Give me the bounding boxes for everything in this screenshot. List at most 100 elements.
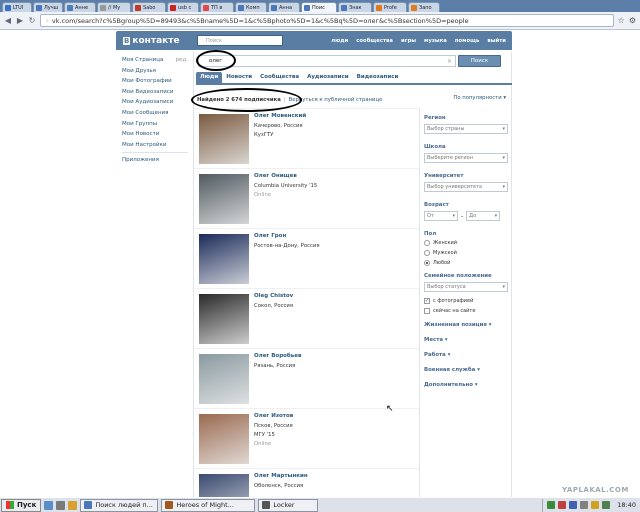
menu-item[interactable]: Мои Сообщения [122,108,188,119]
tray-antivirus-icon[interactable] [558,501,567,509]
top-nav-2[interactable]: игры [401,38,416,44]
browser-tab[interactable]: Анне [64,2,96,12]
forward-icon[interactable]: ▶ [16,16,24,25]
region-select[interactable]: Выбор страны [424,124,508,134]
search-button[interactable]: Поиск [458,55,501,67]
tray-lang-icon[interactable] [569,501,578,509]
status-select[interactable]: Выбор статуса [424,282,508,292]
tray-update-icon[interactable] [591,501,600,509]
age-to-select[interactable]: До [466,211,501,221]
sex-option[interactable]: Любой [424,258,508,268]
tab-label: // Му [108,4,121,11]
school-select[interactable]: Выберите регион [424,153,508,163]
tray-network-icon[interactable] [547,501,556,509]
result-line3: Online [254,441,272,447]
expandable-label: Работа [424,352,446,358]
menu-item-apps[interactable]: Приложения [122,155,188,166]
menu-item[interactable]: Мои Фотографии [122,76,188,87]
avatar[interactable] [199,354,249,404]
result-name[interactable]: Олег Воробьев [254,353,301,359]
tab-favicon-icon [170,4,176,11]
start-button[interactable]: Пуск [1,498,42,512]
browser-tab[interactable]: Комп [235,2,267,12]
edit-link[interactable]: ред. [176,55,188,66]
result-name[interactable]: Олег Грон [254,233,286,239]
result-line1: Псков, Россия [254,423,293,429]
result-name[interactable]: Олег Изотов [254,413,293,419]
sex-option[interactable]: Женский [424,238,508,248]
people-search-input[interactable]: олег × [198,55,456,67]
menu-item[interactable]: Мои Аудиозаписи [122,97,188,108]
avatar[interactable] [199,294,249,344]
browser-tab[interactable]: Поис [301,2,337,12]
browser-tab[interactable]: Profe [373,2,407,12]
expandable-filter[interactable]: Дополнительно ▾ [424,378,508,393]
expandable-filter[interactable]: Места ▾ [424,333,508,348]
top-nav-1[interactable]: сообщества [356,38,393,44]
browser-tab[interactable]: // Му [97,2,131,12]
tab-4[interactable]: Видеозаписи [353,72,403,83]
menu-item[interactable]: Мои Новости [122,129,188,140]
menu-item[interactable]: Мои Видеозаписи [122,87,188,98]
avatar[interactable] [199,414,249,464]
browser-tab[interactable]: Знак [338,2,372,12]
browser-tab[interactable]: Анна [268,2,300,12]
top-nav-5[interactable]: выйти [487,38,506,44]
sort-select[interactable]: По популярности ▾ [446,95,506,105]
taskbar-window[interactable]: Locker [258,498,319,512]
tab-1[interactable]: Новости [222,72,256,83]
top-search-input[interactable]: Поиск [197,35,283,46]
browser-tab[interactable]: LTUI [2,2,32,12]
top-nav-3[interactable]: музыка [424,38,447,44]
quick-launch-ie-icon[interactable] [44,500,54,510]
tab-0[interactable]: Люди [196,72,223,83]
result-name[interactable]: Олег Мартынкин [254,473,308,479]
vk-logo[interactable]: Вконтакте [123,36,183,46]
browser-tab[interactable]: Sabo [132,2,166,12]
tray-misc-icon[interactable] [602,501,611,509]
expandable-filter[interactable]: Жизненная позиция ▾ [424,318,508,333]
browser-tab[interactable]: ТП в [200,2,234,12]
menu-item-my-page[interactable]: Моя Страница ред. [122,55,188,66]
with-photo-checkbox[interactable]: ✓ с фотографией [424,296,508,306]
result-name[interactable]: Oleg Chistov [254,293,293,299]
browser-tab[interactable]: Запо [408,2,440,12]
result-name[interactable]: Олег Онищев [254,173,297,179]
vk-logo-mark: В [123,36,131,45]
result-name[interactable]: Олег Мовенский [254,113,306,119]
avatar[interactable] [199,174,249,224]
back-icon[interactable]: ◀ [4,16,12,25]
top-nav-4[interactable]: помощь [455,38,479,44]
menu-item[interactable]: Мои Группы [122,119,188,130]
clear-icon[interactable]: × [447,58,452,65]
address-bar[interactable]: ◦ vk.com/search?c%5Bgroup%5D=89493&c%5Bna… [40,14,614,27]
back-to-public-link[interactable]: Вернуться к публичной странице [289,97,383,103]
avatar[interactable] [199,114,249,164]
browser-tab[interactable]: Лучш [33,2,63,12]
browser-tab[interactable]: usb с [167,2,199,12]
wrench-icon[interactable]: ⚙ [629,16,636,25]
menu-item[interactable]: Мои Друзья [122,66,188,77]
menu-item[interactable]: Мои Настройки [122,140,188,151]
quick-launch-folder-icon[interactable] [68,500,78,510]
star-icon[interactable]: ☆ [618,16,625,25]
expandable-filter[interactable]: Военная служба ▾ [424,363,508,378]
taskbar-window[interactable]: Поиск людей п... [80,498,159,512]
avatar[interactable] [199,474,249,498]
online-now-checkbox[interactable]: сейчас на сайте [424,306,508,316]
taskbar-window[interactable]: Heroes of Might... [161,498,256,512]
age-from-select[interactable]: От [424,211,458,221]
quick-launch-desktop-icon[interactable] [56,500,66,510]
result-line1: Оболенск, Россия [254,483,304,489]
expandable-filter[interactable]: Работа ▾ [424,348,508,363]
result-line1: Ростов-на-Дону, Россия [254,243,320,249]
sex-option[interactable]: Мужской [424,248,508,258]
tray-volume-icon[interactable] [580,501,589,509]
tab-2[interactable]: Сообщества [256,72,303,83]
university-select[interactable]: Выбор университета [424,182,508,192]
avatar[interactable] [199,234,249,284]
reload-icon[interactable]: ↻ [28,16,36,25]
search-tabs: Люди Новости Сообщества Аудиозаписи Видеозап… [196,72,512,85]
top-nav-0[interactable]: люди [331,38,348,44]
tab-3[interactable]: Аудиозаписи [303,72,353,83]
